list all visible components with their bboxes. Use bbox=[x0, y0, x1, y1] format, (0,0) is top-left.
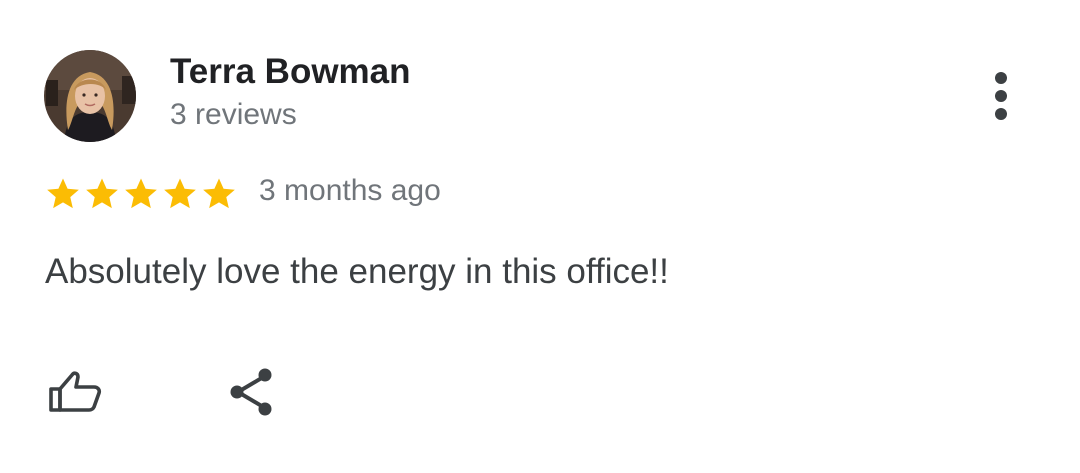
more-vert-icon-dot bbox=[995, 90, 1007, 102]
star-icon bbox=[47, 178, 79, 209]
review-card: Terra Bowman 3 reviews 3 months ago Abso… bbox=[0, 0, 1080, 473]
avatar[interactable] bbox=[44, 50, 136, 142]
thumbs-up-icon bbox=[49, 371, 102, 412]
more-vert-icon bbox=[995, 72, 1007, 84]
reviewer-name[interactable]: Terra Bowman bbox=[170, 52, 411, 92]
star-icon bbox=[86, 178, 118, 209]
star-icon bbox=[203, 178, 235, 209]
star-icon bbox=[164, 178, 196, 209]
review-count: 3 reviews bbox=[170, 98, 297, 131]
star-icon bbox=[125, 178, 157, 209]
star-rating bbox=[44, 174, 239, 214]
like-button[interactable] bbox=[44, 362, 106, 424]
review-time: 3 months ago bbox=[259, 174, 441, 207]
review-text: Absolutely love the energy in this offic… bbox=[45, 252, 669, 291]
more-options-button[interactable] bbox=[976, 64, 1026, 128]
share-icon bbox=[230, 368, 272, 416]
share-button[interactable] bbox=[224, 362, 286, 424]
more-vert-icon-dot bbox=[995, 108, 1007, 120]
